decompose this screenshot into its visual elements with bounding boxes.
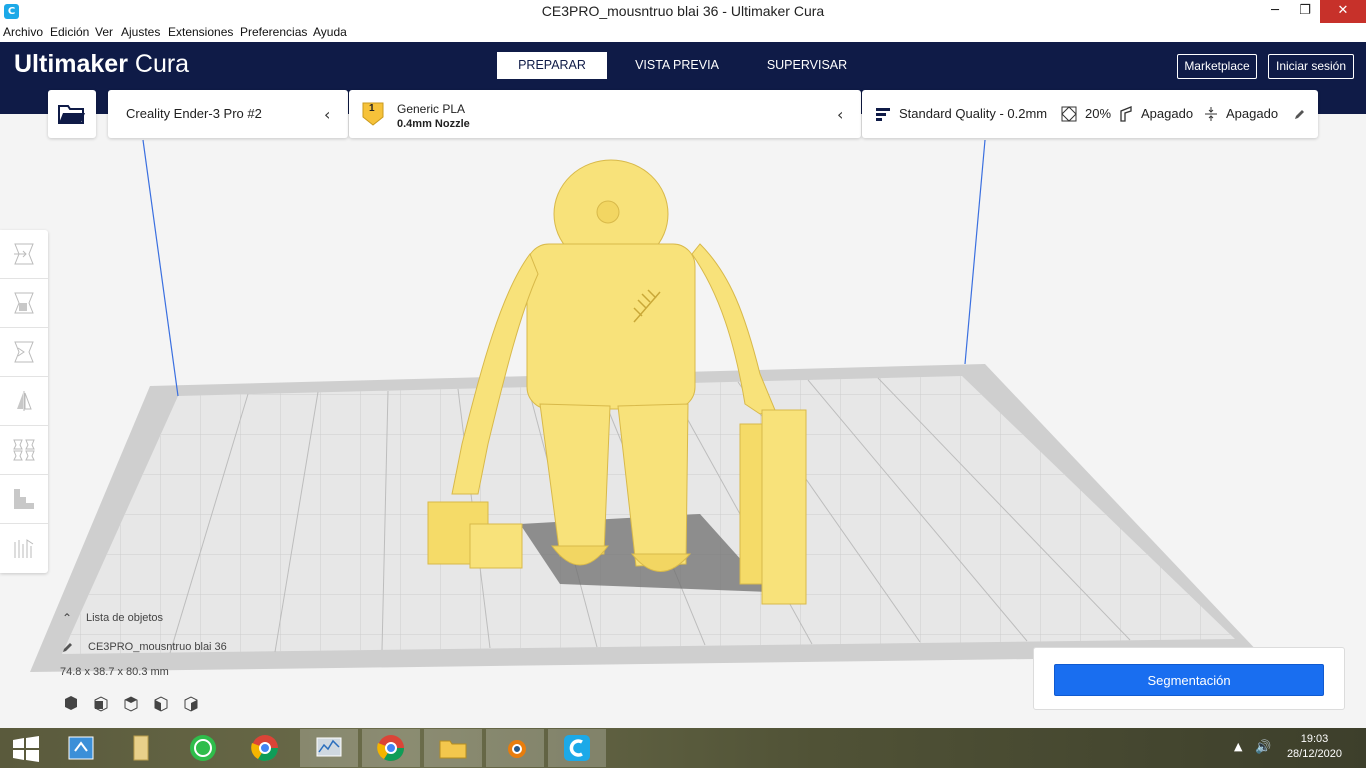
view-left-icon	[154, 696, 168, 712]
nozzle-size: 0.4mm Nozzle	[397, 118, 470, 130]
tray-expand-icon[interactable]: ▲	[1234, 740, 1242, 753]
infill-icon	[1061, 106, 1077, 122]
resource-monitor-icon	[316, 737, 342, 757]
folder-icon	[133, 735, 149, 761]
mirror-icon	[17, 391, 32, 411]
taskbar-app-explorer[interactable]	[52, 729, 110, 767]
taskbar-app-cura[interactable]	[548, 729, 606, 767]
per-model-settings-icon	[13, 439, 35, 461]
slice-panel: Segmentación	[1033, 647, 1345, 710]
move-tool-button[interactable]	[0, 230, 48, 279]
chevron-left-icon: ‹	[324, 105, 331, 124]
clock-date: 28/12/2020	[1286, 748, 1342, 760]
quality-profile: Standard Quality - 0.2mm	[899, 106, 1048, 121]
menu-archivo[interactable]: Archivo	[3, 25, 43, 39]
tab-supervisar[interactable]: SUPERVISAR	[752, 52, 862, 79]
restore-button[interactable]: ❐	[1290, 0, 1320, 23]
rotate-tool-button[interactable]	[0, 328, 48, 377]
material-selector[interactable]: 1 Generic PLA 0.4mm Nozzle ‹	[349, 90, 861, 138]
blender-icon	[508, 740, 526, 758]
slice-button[interactable]: Segmentación	[1054, 664, 1324, 696]
view-top-icon	[124, 696, 138, 712]
taskbar-app-folder[interactable]	[112, 729, 170, 767]
window-title: CE3PRO_mousntruo blai 36 - Ultimaker Cur…	[541, 3, 825, 19]
menu-ajustes[interactable]: Ajustes	[121, 25, 160, 39]
menu-ver[interactable]: Ver	[95, 25, 113, 39]
object-dimensions: 74.8 x 38.7 x 80.3 mm	[60, 666, 169, 678]
windows-logo-icon	[13, 736, 39, 762]
mirror-tool-button[interactable]	[0, 377, 48, 426]
window-title-bar: C CE3PRO_mousntruo blai 36 - Ultimaker C…	[0, 0, 1366, 23]
start-button[interactable]	[0, 729, 52, 767]
object-list-header[interactable]: Lista de objetos	[86, 612, 163, 624]
tab-preparar[interactable]: PREPARAR	[497, 52, 607, 79]
extruder-number: 1	[369, 103, 375, 114]
chrome-icon	[377, 735, 405, 762]
file-explorer-icon	[439, 740, 467, 759]
taskbar-app-whatsapp[interactable]	[174, 729, 232, 767]
per-model-settings-button[interactable]	[0, 426, 48, 475]
printer-selector[interactable]: Creality Ender-3 Pro #2 ‹	[108, 90, 348, 138]
taskbar-clock[interactable]: 19:03 28/12/2020	[1287, 732, 1342, 762]
printer-name: Creality Ender-3 Pro #2	[126, 106, 262, 121]
scale-tool-button[interactable]	[0, 279, 48, 328]
quality-icon	[876, 108, 890, 121]
infill-value: 20%	[1085, 106, 1112, 121]
custom-support-icon	[14, 539, 34, 558]
object-list: ⌃ Lista de objetos CE3PRO_mousntruo blai…	[56, 608, 296, 720]
chevron-left-icon: ‹	[837, 105, 844, 124]
custom-support-button[interactable]	[0, 524, 48, 573]
menu-preferencias[interactable]: Preferencias	[240, 25, 307, 39]
ultimaker-cura-logo: Ultimaker Cura	[14, 50, 190, 78]
support-blocker-icon	[14, 489, 34, 509]
volume-icon[interactable]: 🔊	[1255, 740, 1271, 755]
taskbar-app-file-explorer[interactable]	[424, 729, 482, 767]
menu-edicion[interactable]: Edición	[50, 25, 89, 39]
clock-time: 19:03	[1300, 733, 1329, 745]
menu-bar: Archivo Edición Ver Ajustes Extensiones …	[0, 23, 1366, 42]
move-icon	[14, 243, 34, 265]
taskbar-app-monitor[interactable]	[300, 729, 358, 767]
folder-icon	[58, 105, 85, 124]
adhesion-icon	[1205, 107, 1217, 121]
material-name: Generic PLA	[397, 102, 466, 116]
marketplace-button[interactable]: Marketplace	[1177, 54, 1257, 79]
pencil-icon	[1295, 110, 1304, 119]
object-name[interactable]: CE3PRO_mousntruo blai 36	[88, 641, 227, 653]
left-toolbar	[0, 230, 48, 573]
support-blocker-button[interactable]	[0, 475, 48, 524]
chevron-up-icon[interactable]: ⌃	[62, 611, 72, 625]
view-orientation-icons	[65, 696, 198, 712]
explorer-icon	[68, 736, 94, 760]
cura-icon	[564, 735, 590, 761]
minimize-button[interactable]: ─	[1260, 0, 1290, 23]
taskbar-app-chrome-user[interactable]	[362, 729, 420, 767]
pencil-icon	[63, 643, 72, 652]
view-3d-icon	[65, 696, 77, 710]
menu-extensiones[interactable]: Extensiones	[168, 25, 233, 39]
taskbar-app-chrome[interactable]	[236, 729, 294, 767]
support-value: Apagado	[1141, 106, 1194, 121]
rotate-icon	[14, 341, 34, 363]
view-front-icon	[94, 696, 108, 712]
whatsapp-icon	[190, 735, 216, 761]
chrome-icon	[251, 735, 279, 762]
open-file-button[interactable]	[48, 90, 96, 138]
support-icon	[1120, 106, 1132, 122]
print-settings-selector[interactable]: Standard Quality - 0.2mm 20% Apagado Apa…	[862, 90, 1318, 138]
taskbar-app-blender[interactable]	[486, 729, 544, 767]
view-right-icon	[184, 696, 198, 712]
adhesion-value: Apagado	[1226, 106, 1279, 121]
windows-taskbar: ▲ 🔊 19:03 28/12/2020	[0, 728, 1366, 768]
signin-button[interactable]: Iniciar sesión	[1268, 54, 1354, 79]
menu-ayuda[interactable]: Ayuda	[313, 25, 347, 39]
close-button[interactable]: ✕	[1320, 0, 1366, 23]
scale-icon	[14, 292, 34, 314]
tab-vista-previa[interactable]: VISTA PREVIA	[620, 52, 734, 79]
